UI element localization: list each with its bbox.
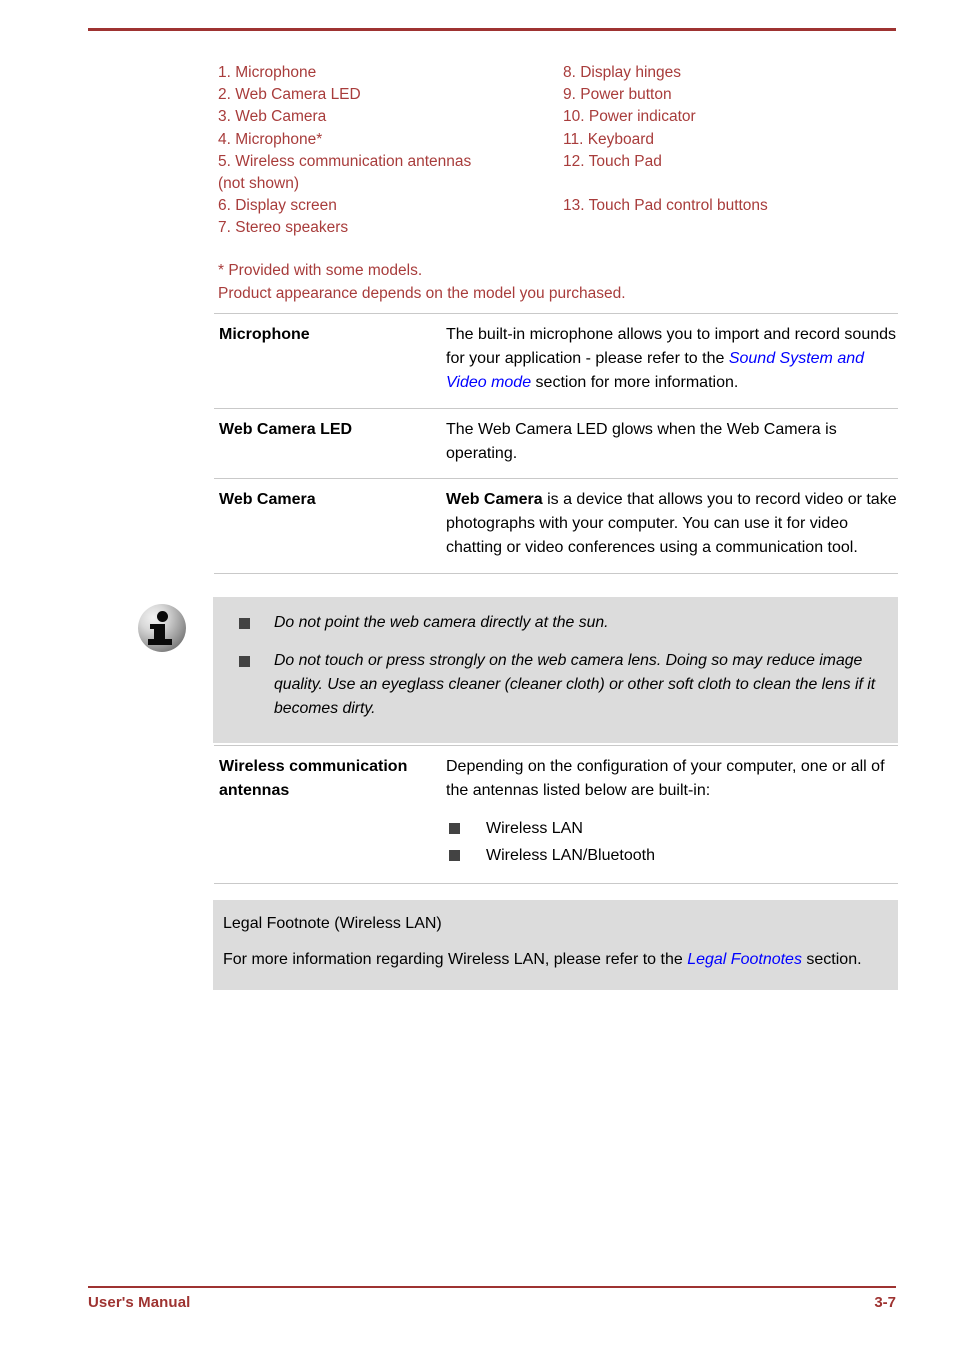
term-web-camera: Web Camera: [219, 491, 316, 509]
part-item: 11. Keyboard: [563, 130, 655, 148]
footnote-product-appearance: Product appearance depends on the model …: [218, 284, 626, 302]
part-item: 4. Microphone*: [218, 130, 323, 148]
part-item: 10. Power indicator: [563, 108, 696, 126]
model-footnotes: * Provided with some models. Product app…: [218, 260, 626, 305]
info-icon-serif-bottom: [148, 639, 172, 645]
bullet-square-icon: [239, 618, 250, 629]
info-note-list: Do not point the web camera directly at …: [227, 611, 884, 721]
wireless-antennas-table: Wireless communication antennas Dependin…: [214, 745, 898, 885]
bullet-square-icon: [449, 823, 460, 835]
legal-footnote-text: For more information regarding Wireless …: [223, 951, 688, 969]
parts-list-left-column: 1. Microphone 2. Web Camera LED 3. Web C…: [218, 62, 558, 240]
antenna-type-label: Wireless LAN/Bluetooth: [486, 847, 655, 865]
bullet-square-icon: [449, 850, 460, 862]
info-icon: [138, 604, 186, 652]
parts-list-right-column: 8. Display hinges 9. Power button 10. Po…: [563, 62, 898, 240]
info-note-item: Do not touch or press strongly on the we…: [227, 649, 884, 721]
part-item: 5. Wireless communication antennas: [218, 152, 472, 170]
part-item: 13. Touch Pad control buttons: [563, 197, 768, 215]
link-legal-footnotes[interactable]: Legal Footnotes: [687, 951, 802, 968]
part-item-spacer: [563, 173, 898, 195]
part-item: (not shown): [218, 175, 299, 193]
info-note-item: Do not point the web camera directly at …: [227, 611, 884, 635]
description-microphone: The built-in microphone allows you to im…: [446, 314, 898, 408]
description-web-camera: Web Camera is a device that allows you t…: [446, 479, 898, 573]
term-web-camera-led: Web Camera LED: [219, 420, 353, 438]
part-item: 6. Display screen: [218, 197, 337, 215]
info-note-box: Do not point the web camera directly at …: [213, 597, 898, 743]
legal-footnote-title: Legal Footnote (Wireless LAN): [223, 915, 442, 932]
legal-footnote-text-tail: section.: [801, 951, 862, 969]
part-item: 3. Web Camera: [218, 108, 327, 126]
antenna-type-list: Wireless LAN Wireless LAN/Bluetooth: [446, 815, 898, 869]
part-item: 8. Display hinges: [563, 64, 682, 81]
description-web-camera-led: The Web Camera LED glows when the Web Ca…: [446, 420, 837, 462]
table-row: Web Camera Web Camera is a device that a…: [214, 478, 898, 574]
table-row: Wireless communication antennas Dependin…: [214, 745, 898, 885]
footer-page-number: 3-7: [874, 1294, 896, 1311]
info-note-text: Do not touch or press strongly on the we…: [274, 652, 876, 717]
part-item: 2. Web Camera LED: [218, 86, 361, 104]
legal-footnote-box: Legal Footnote (Wireless LAN) For more i…: [213, 900, 898, 991]
legal-footnote-body: For more information regarding Wireless …: [223, 948, 884, 972]
header-rule: [88, 28, 896, 31]
list-item: Wireless LAN/Bluetooth: [446, 842, 898, 869]
footnote-provided-with-some-models: * Provided with some models.: [218, 262, 423, 279]
info-icon-dot: [157, 611, 168, 622]
part-item: 1. Microphone: [218, 64, 317, 81]
desc-text-tail: section for more information.: [531, 374, 739, 392]
term-microphone: Microphone: [219, 326, 310, 343]
table-row: Web Camera LED The Web Camera LED glows …: [214, 407, 898, 478]
desc-bold-lead: Web Camera: [446, 491, 543, 509]
antenna-type-label: Wireless LAN: [486, 820, 583, 838]
description-wireless-communication-antennas: Depending on the configuration of your c…: [446, 746, 898, 883]
document-page: 1. Microphone 2. Web Camera LED 3. Web C…: [0, 0, 954, 1345]
part-item: 9. Power button: [563, 86, 672, 104]
bullet-square-icon: [239, 656, 250, 667]
part-item: 7. Stereo speakers: [218, 219, 349, 237]
component-definition-table: Microphone The built-in microphone allow…: [214, 313, 898, 574]
desc-text: Depending on the configuration of your c…: [446, 758, 885, 800]
term-wireless-communication-antennas: Wireless communication antennas: [219, 758, 408, 800]
part-item: 12. Touch Pad: [563, 152, 662, 170]
footer-rule: [88, 1286, 896, 1288]
table-row: Microphone The built-in microphone allow…: [214, 313, 898, 408]
part-item-spacer: [563, 217, 898, 239]
info-note-text: Do not point the web camera directly at …: [274, 614, 609, 631]
list-item: Wireless LAN: [446, 815, 898, 842]
